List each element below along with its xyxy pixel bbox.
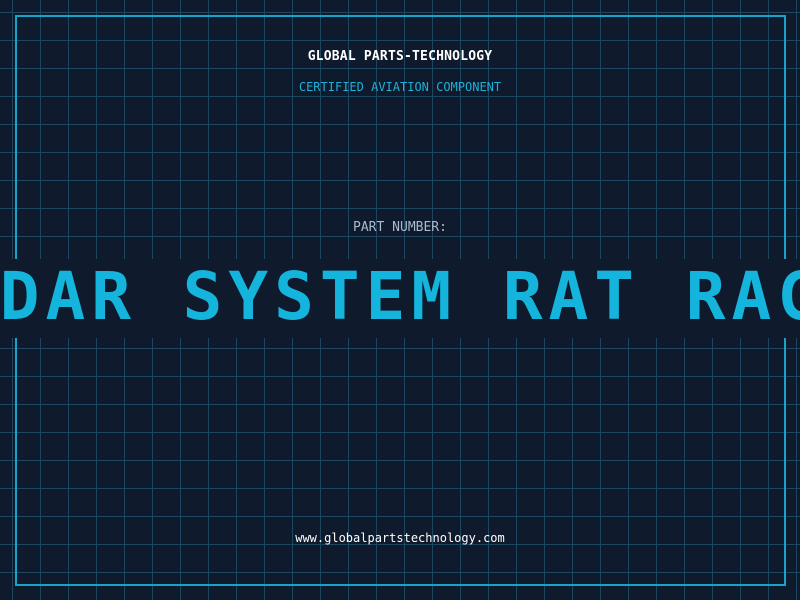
website-url[interactable]: www.globalpartstechnology.com — [0, 531, 800, 545]
part-display-canvas: GLOBAL PARTS-TECHNOLOGY CERTIFIED AVIATI… — [0, 0, 800, 600]
part-number-marquee: ADAR SYSTEM RAT RAC — [0, 259, 800, 338]
brand-tagline: CERTIFIED AVIATION COMPONENT — [298, 80, 502, 94]
part-number-text: ADAR SYSTEM RAT RAC — [0, 259, 800, 335]
brand-name: GLOBAL PARTS-TECHNOLOGY — [307, 49, 493, 64]
part-number-label: PART NUMBER: — [353, 220, 447, 235]
